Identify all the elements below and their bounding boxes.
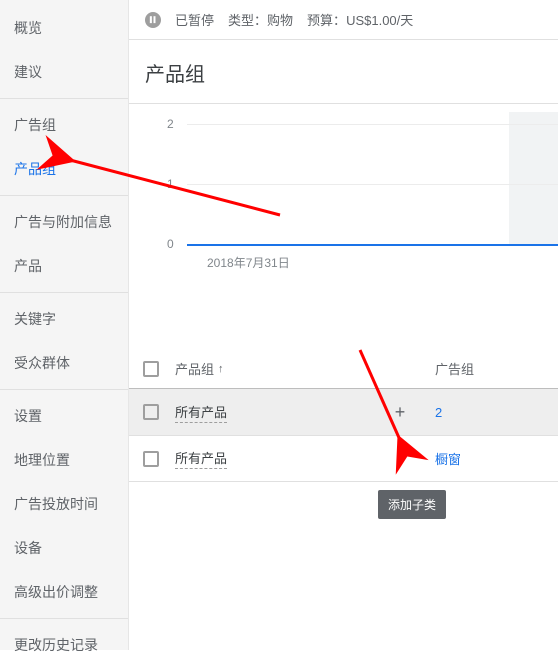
divider bbox=[0, 389, 128, 390]
table-header-row: 产品组 ↑ 广告组 bbox=[129, 349, 558, 389]
y-tick: 0 bbox=[167, 237, 174, 251]
status-text: 已暂停 bbox=[175, 10, 214, 29]
column-header-product[interactable]: 产品组 ↑ bbox=[175, 359, 365, 378]
product-group-table: 产品组 ↑ 广告组 所有产品 + 2 bbox=[129, 349, 558, 482]
row-checkbox[interactable] bbox=[143, 404, 159, 420]
sidebar: 概览 建议 广告组 产品组 广告与附加信息 产品 关键字 受众群体 设置 地理位… bbox=[0, 0, 129, 650]
tooltip: 添加子类 bbox=[378, 490, 446, 519]
y-tick: 1 bbox=[167, 177, 174, 191]
add-subdivision-button[interactable]: + bbox=[389, 401, 411, 423]
adgroup-count-link[interactable]: 2 bbox=[435, 405, 442, 420]
product-group-label[interactable]: 所有产品 bbox=[175, 402, 227, 423]
x-tick-label: 2018年7月31日 bbox=[207, 254, 290, 271]
sidebar-item-locations[interactable]: 地理位置 bbox=[0, 438, 128, 482]
divider bbox=[0, 292, 128, 293]
sidebar-item-devices[interactable]: 设备 bbox=[0, 526, 128, 570]
divider bbox=[0, 98, 128, 99]
grid-line bbox=[187, 184, 558, 185]
sidebar-item-change-history[interactable]: 更改历史记录 bbox=[0, 623, 128, 667]
sidebar-item-ads-extensions[interactable]: 广告与附加信息 bbox=[0, 200, 128, 244]
sidebar-item-bid-adjustments[interactable]: 高级出价调整 bbox=[0, 570, 128, 614]
sidebar-item-overview[interactable]: 概览 bbox=[0, 6, 128, 50]
main-content: 已暂停 类型：购物 预算：US$1.00/天 产品组 2 1 0 2018年7月… bbox=[129, 0, 558, 650]
sort-arrow-icon: ↑ bbox=[218, 363, 224, 375]
sidebar-item-schedule[interactable]: 广告投放时间 bbox=[0, 482, 128, 526]
sidebar-item-adgroups[interactable]: 广告组 bbox=[0, 103, 128, 147]
budget-field: 预算：US$1.00/天 bbox=[307, 10, 413, 29]
campaign-topbar: 已暂停 类型：购物 预算：US$1.00/天 bbox=[129, 0, 558, 40]
table-row[interactable]: 所有产品 + 2 bbox=[129, 389, 558, 436]
row-checkbox[interactable] bbox=[143, 451, 159, 467]
divider bbox=[0, 195, 128, 196]
divider bbox=[0, 618, 128, 619]
sidebar-item-products[interactable]: 产品 bbox=[0, 244, 128, 288]
sidebar-item-productgroups[interactable]: 产品组 bbox=[0, 147, 128, 191]
grid-line bbox=[187, 124, 558, 125]
column-header-adgroup[interactable]: 广告组 bbox=[435, 359, 515, 378]
page-header: 产品组 bbox=[129, 40, 558, 104]
sidebar-item-audiences[interactable]: 受众群体 bbox=[0, 341, 128, 385]
chart: 2 1 0 2018年7月31日 bbox=[129, 104, 558, 279]
sidebar-item-recommendations[interactable]: 建议 bbox=[0, 50, 128, 94]
table-row[interactable]: 所有产品 橱窗 bbox=[129, 436, 558, 482]
select-all-checkbox[interactable] bbox=[143, 361, 159, 377]
chart-line bbox=[187, 244, 558, 246]
sidebar-item-keywords[interactable]: 关键字 bbox=[0, 297, 128, 341]
pause-icon bbox=[145, 12, 161, 28]
type-field: 类型：购物 bbox=[228, 10, 293, 29]
sidebar-item-settings[interactable]: 设置 bbox=[0, 394, 128, 438]
page-title: 产品组 bbox=[145, 58, 542, 87]
product-group-label[interactable]: 所有产品 bbox=[175, 448, 227, 469]
y-tick: 2 bbox=[167, 117, 174, 131]
adgroup-link[interactable]: 橱窗 bbox=[435, 452, 461, 467]
chart-band bbox=[509, 112, 558, 244]
